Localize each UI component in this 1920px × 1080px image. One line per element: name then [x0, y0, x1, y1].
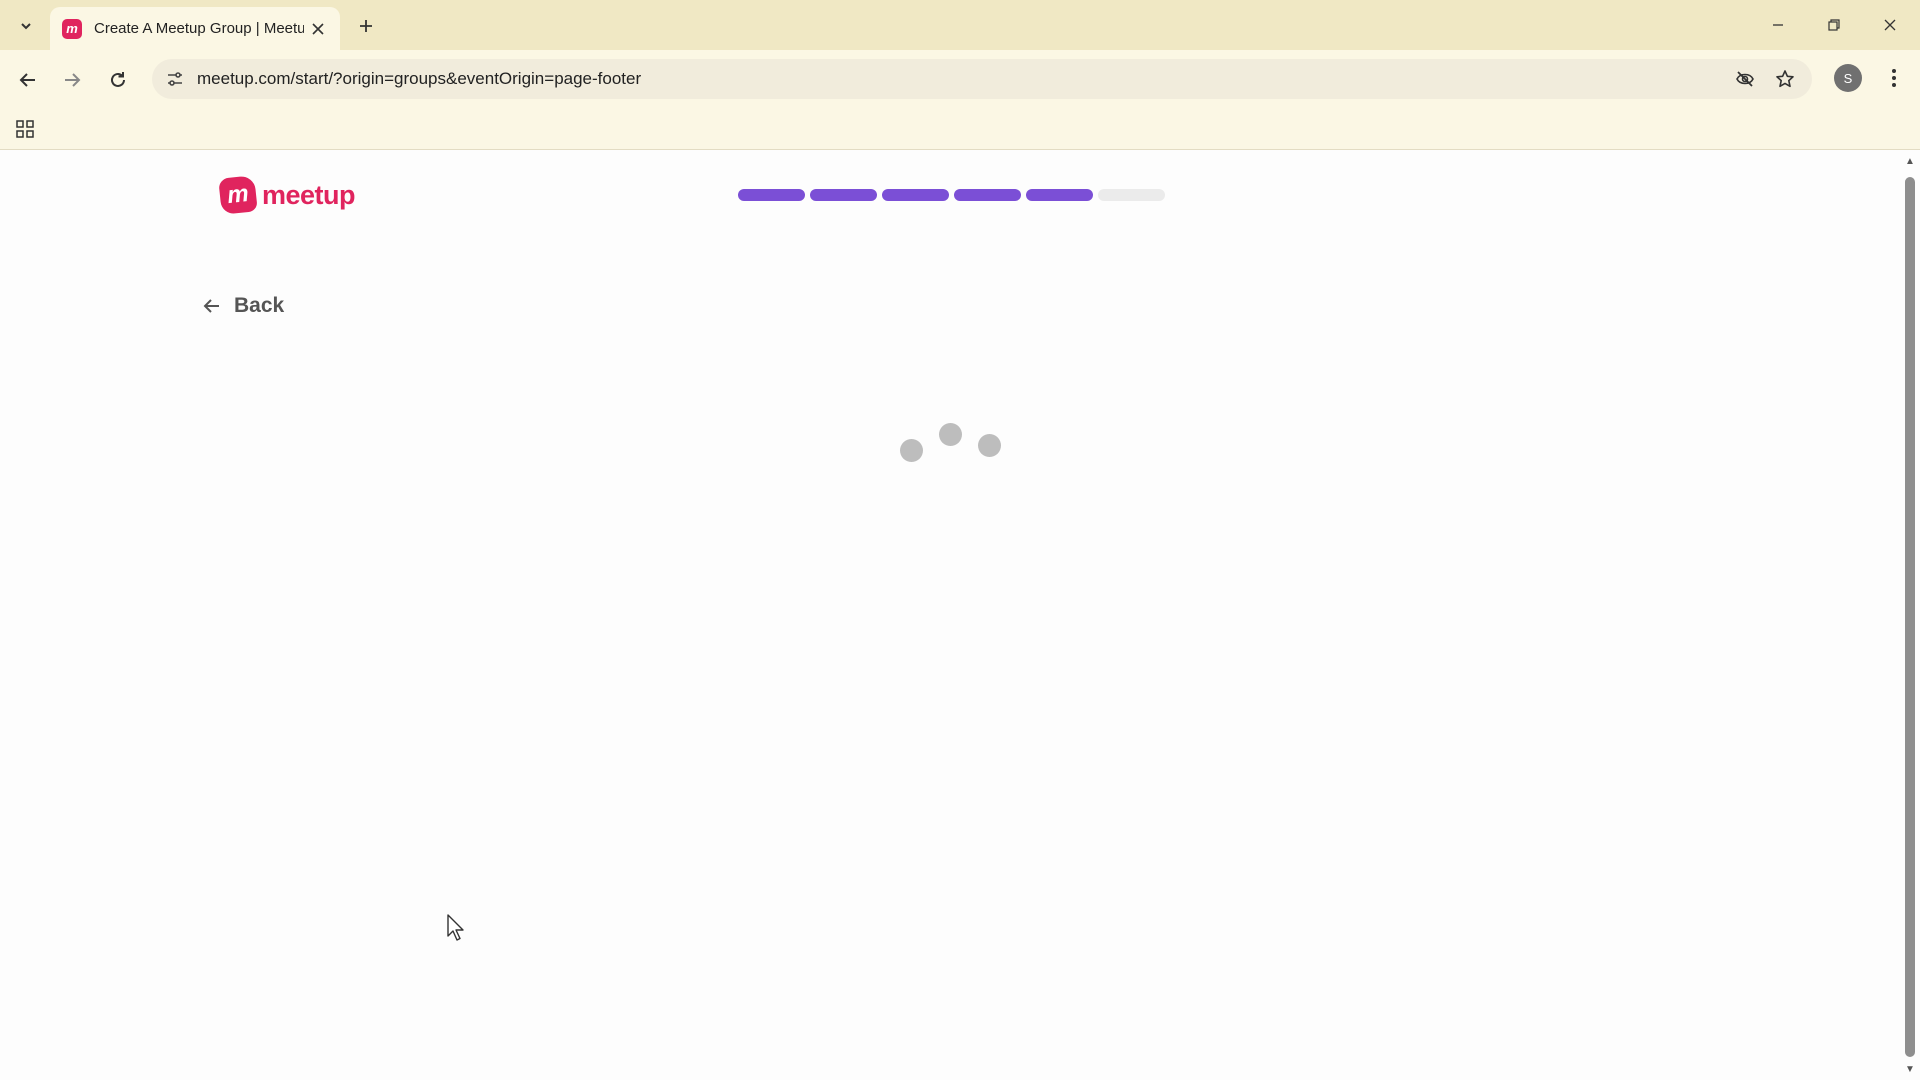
forward-nav-button[interactable] [56, 64, 88, 96]
bookmarks-bar [0, 108, 1920, 150]
browser-titlebar: m Create A Meetup Group | Meetup [0, 0, 1920, 50]
browser-menu-button[interactable] [1880, 64, 1908, 92]
spinner-dot [939, 423, 962, 446]
apps-grid-icon [16, 120, 34, 138]
progress-step-complete [810, 189, 877, 201]
back-button[interactable]: Back [200, 294, 284, 318]
more-vertical-icon [1892, 69, 1896, 87]
apps-button[interactable] [12, 116, 38, 142]
progress-step-complete [954, 189, 1021, 201]
site-info-button[interactable] [162, 66, 188, 92]
address-bar[interactable]: meetup.com/start/?origin=groups&eventOri… [152, 59, 1812, 99]
star-icon [1776, 70, 1794, 88]
scroll-down-arrow-icon[interactable]: ▼ [1904, 1063, 1916, 1075]
step-progress-bar [738, 189, 1165, 201]
progress-step-complete [882, 189, 949, 201]
mouse-cursor-icon [447, 914, 464, 941]
arrow-left-icon [19, 73, 35, 87]
browser-toolbar: meetup.com/start/?origin=groups&eventOri… [0, 50, 1920, 108]
progress-step-incomplete [1098, 189, 1165, 201]
tune-icon [168, 72, 182, 86]
progress-step-complete [1026, 189, 1093, 201]
close-icon [1884, 19, 1896, 31]
eye-off-icon [1736, 71, 1754, 87]
chevron-down-icon [21, 23, 31, 30]
close-icon [312, 22, 324, 35]
arrow-right-icon [65, 73, 81, 87]
scroll-thumb[interactable] [1905, 177, 1915, 1057]
close-window-button[interactable] [1870, 8, 1910, 42]
loading-spinner [896, 419, 1006, 469]
page-scrollbar[interactable]: ▲ ▼ [1900, 151, 1920, 1080]
restore-icon [1828, 19, 1840, 31]
spinner-dot [900, 439, 923, 462]
url-text[interactable]: meetup.com/start/?origin=groups&eventOri… [197, 69, 641, 89]
browser-tab-active[interactable]: m Create A Meetup Group | Meetup [50, 7, 340, 50]
spinner-dot [978, 434, 1001, 457]
scroll-up-arrow-icon[interactable]: ▲ [1904, 155, 1916, 167]
tab-search-button[interactable] [12, 12, 40, 40]
back-label: Back [234, 294, 285, 317]
bookmark-star-button[interactable] [1772, 66, 1798, 92]
reload-icon [111, 72, 125, 87]
minimize-icon [1773, 24, 1783, 26]
minimize-button[interactable] [1758, 8, 1798, 42]
back-nav-button[interactable] [12, 64, 44, 96]
profile-avatar[interactable]: S [1834, 64, 1862, 92]
meetup-logo-text: meetup [262, 179, 356, 210]
meetup-logo-mark-icon: m [218, 175, 258, 215]
reload-button[interactable] [102, 64, 134, 96]
page-content: m meetup Back [0, 151, 1900, 1080]
arrow-left-icon [200, 294, 224, 318]
restore-button[interactable] [1814, 8, 1854, 42]
eye-off-button[interactable] [1732, 66, 1758, 92]
meetup-logo[interactable]: m meetup [218, 175, 356, 215]
meetup-favicon-icon: m [62, 18, 82, 39]
tab-close-button[interactable] [308, 19, 328, 39]
progress-step-complete [738, 189, 805, 201]
new-tab-button[interactable] [352, 12, 380, 40]
tab-title: Create A Meetup Group | Meetup [94, 20, 304, 37]
plus-icon [360, 20, 372, 32]
